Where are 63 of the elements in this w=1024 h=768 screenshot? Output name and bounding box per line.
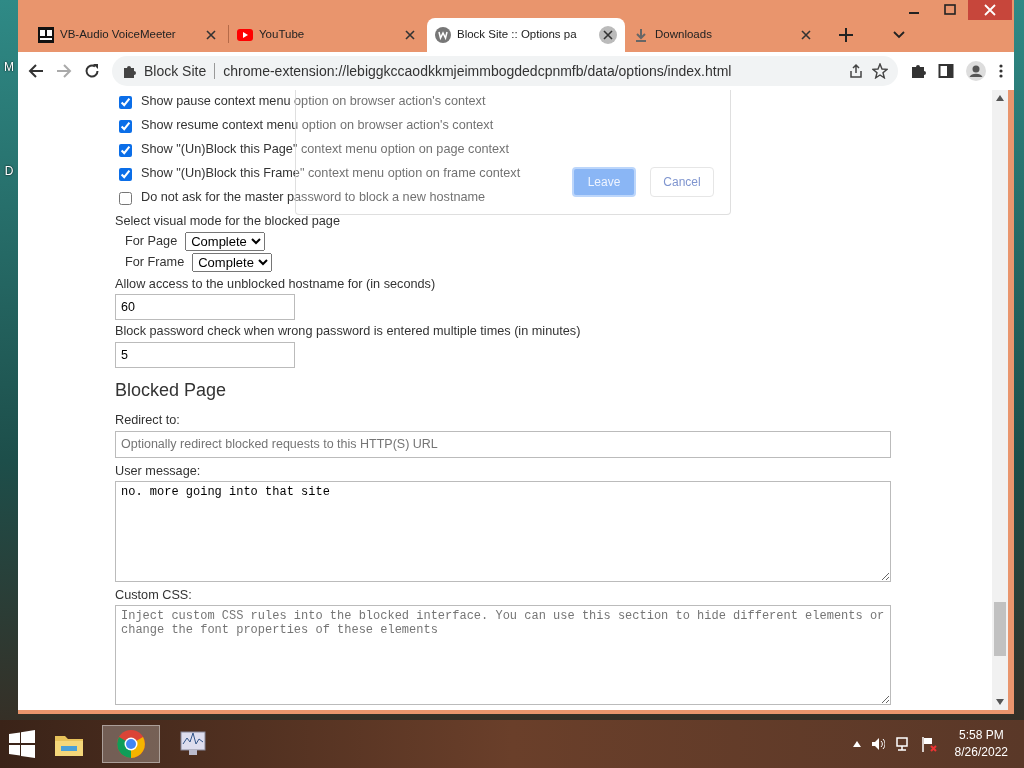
- scroll-thumb[interactable]: [994, 602, 1006, 656]
- menu-icon[interactable]: [998, 63, 1004, 79]
- option-label: Show resume context menu option on browser action's context: [141, 118, 494, 134]
- desktop-icon-label[interactable]: D: [4, 162, 14, 180]
- section-heading: Blocked Page: [115, 379, 228, 402]
- address-bar[interactable]: Block Site chrome-extension://lebiggkccaodkkmjeimmbogdedcpnmfb/data/options/index.html: [112, 56, 898, 86]
- scroll-up-icon[interactable]: [996, 95, 1004, 101]
- field-label: Redirect to:: [115, 413, 181, 429]
- new-tab-icon[interactable]: [839, 28, 853, 42]
- checkbox[interactable]: [119, 167, 132, 181]
- start-icon[interactable]: [8, 730, 36, 758]
- number-field[interactable]: 5: [115, 341, 295, 368]
- chrome-logo-icon: [115, 728, 147, 760]
- clock-date[interactable]: 8/26/2022: [954, 744, 1008, 761]
- option-label: Do not ask for the master password to block a new hostname: [141, 190, 486, 206]
- number-field[interactable]: 60: [115, 294, 295, 321]
- option-label: Show pause context menu option on browser action's context: [141, 94, 486, 110]
- clock-time[interactable]: 5:58 PM: [958, 727, 1004, 744]
- field-label: User message:: [115, 463, 202, 479]
- mode-dropdown[interactable]: Complete: [192, 253, 273, 273]
- checkbox[interactable]: [119, 119, 132, 133]
- field-label: Allow access to the unblocked hostname for (in seconds): [115, 277, 437, 293]
- browser-tab[interactable]: YouTube: [229, 18, 427, 52]
- checkbox[interactable]: [119, 191, 132, 205]
- desktop-icon-label[interactable]: M: [4, 58, 14, 76]
- browser-tab[interactable]: Block Site :: Options pa: [427, 18, 625, 52]
- scroll-down-icon[interactable]: [996, 699, 1004, 705]
- back-icon[interactable]: [28, 63, 44, 79]
- browser-tab[interactable]: VB-Audio VoiceMeeter: [30, 18, 228, 52]
- url-field[interactable]: Optionally redirect blocked requests to this HTTP(S) URL: [115, 430, 891, 458]
- flag-icon[interactable]: [920, 736, 937, 752]
- scrollbar[interactable]: [992, 90, 1008, 710]
- css-field[interactable]: Inject custom CSS rules into the blocked interface. You can use this section to hide different elements or change the font properties of these elements: [115, 605, 891, 705]
- puzzle-icon: [122, 64, 136, 78]
- checkbox[interactable]: [119, 143, 132, 157]
- side-panel-icon[interactable]: [938, 63, 954, 79]
- site-label: Block Site: [144, 61, 207, 81]
- browser-tab[interactable]: Downloads: [625, 18, 823, 52]
- vb-logo-icon: [38, 27, 54, 43]
- profile-icon[interactable]: [966, 61, 986, 81]
- speaker-icon[interactable]: [870, 737, 885, 751]
- download-icon: [633, 27, 649, 43]
- tray-expand-icon[interactable]: [852, 741, 861, 747]
- close-icon[interactable]: [599, 26, 617, 44]
- share-icon[interactable]: [848, 63, 864, 79]
- option-label: Show "(Un)Block this Page" context menu option on page context: [141, 142, 509, 158]
- mode-dropdown[interactable]: Complete: [185, 232, 266, 252]
- checkbox[interactable]: [119, 95, 132, 109]
- field-label: For Frame: [125, 255, 185, 271]
- option-label: Show "(Un)Block this Frame" context menu option on frame context: [141, 166, 521, 182]
- reload-icon[interactable]: [84, 63, 100, 79]
- puzzle-icon[interactable]: [910, 63, 926, 79]
- tab-search-icon[interactable]: [893, 31, 905, 39]
- letter-circle-icon: [435, 27, 451, 43]
- field-label: Block password check when wrong password is entered multiple times (in minutes): [115, 324, 582, 340]
- network-icon[interactable]: [894, 737, 911, 751]
- section-label: Select visual mode for the blocked page: [115, 214, 341, 230]
- play-logo-icon: [237, 27, 253, 43]
- field-label: Custom CSS:: [115, 587, 193, 603]
- star-icon[interactable]: [872, 63, 888, 79]
- url-text: chrome-extension://lebiggkccaodkkmjeimmbogdedcpnmfb/data/options/index.html: [223, 61, 733, 81]
- message-field[interactable]: no. more going into that site: [115, 480, 891, 582]
- field-label: For Page: [125, 234, 178, 250]
